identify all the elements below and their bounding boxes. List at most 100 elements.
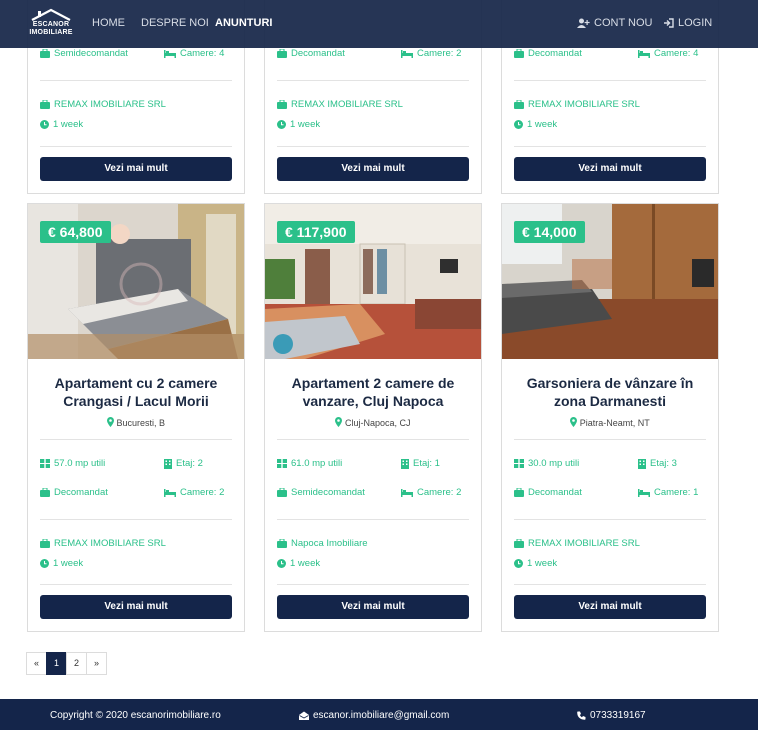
listing-title-line2: zona Darmanesti bbox=[553, 393, 667, 409]
map-marker-icon bbox=[335, 417, 343, 427]
area-text: 57.0 mp utili bbox=[54, 458, 106, 469]
rooms-feature: Camere: 2 bbox=[164, 487, 224, 498]
layout-feature: Decomandat bbox=[514, 487, 582, 498]
layout-text: Semidecomandat bbox=[291, 487, 365, 498]
floor-feature: Etaj: 3 bbox=[638, 458, 677, 469]
layout-text: Decomandat bbox=[291, 48, 345, 59]
nav-about[interactable]: DESPRE NOI bbox=[141, 17, 209, 29]
rooms-text: Camere: 4 bbox=[654, 48, 699, 59]
agency-feature: REMAX IMOBILIARE SRL bbox=[514, 538, 640, 549]
area-text: 61.0 mp utili bbox=[291, 458, 343, 469]
price-badge: € 64,800 bbox=[40, 221, 111, 243]
floor-text: Etaj: 1 bbox=[413, 458, 440, 469]
time-text: 1 week bbox=[290, 119, 321, 130]
nav-register[interactable]: CONT NOU bbox=[577, 17, 652, 29]
footer-copyright: Copyright © 2020 escanorimobiliare.ro bbox=[50, 710, 221, 721]
layout-text: Decomandat bbox=[54, 487, 108, 498]
listing-card: € 117,900 Apartament 2 camere de vanzare… bbox=[264, 203, 482, 632]
nav-listings[interactable]: ANUNTURI bbox=[215, 17, 272, 29]
building-icon bbox=[401, 458, 409, 469]
clock-icon bbox=[514, 559, 523, 568]
briefcase-icon bbox=[277, 539, 287, 548]
divider bbox=[514, 80, 706, 81]
grid-icon bbox=[514, 459, 524, 468]
agency-feature: Napoca Imobiliare bbox=[277, 538, 368, 549]
envelope-icon bbox=[299, 711, 309, 720]
briefcase-icon bbox=[277, 100, 287, 109]
pagination: « 1 2 » bbox=[26, 652, 107, 675]
clock-icon bbox=[277, 120, 286, 129]
nav-login[interactable]: LOGIN bbox=[663, 17, 712, 29]
agency-text: REMAX IMOBILIARE SRL bbox=[528, 99, 640, 110]
footer-phone[interactable]: 0733319167 bbox=[577, 710, 646, 721]
clock-icon bbox=[40, 120, 49, 129]
listing-title[interactable]: Apartament cu 2 camere Crangasi / Lacul … bbox=[38, 374, 234, 410]
rooms-feature: Camere: 4 bbox=[164, 48, 224, 59]
divider bbox=[514, 146, 706, 147]
site-footer: Copyright © 2020 escanorimobiliare.ro es… bbox=[0, 699, 758, 730]
view-more-button[interactable]: Vezi mai mult bbox=[514, 595, 706, 619]
divider bbox=[40, 146, 232, 147]
listing-title-line2: vanzare, Cluj Napoca bbox=[302, 393, 444, 409]
view-more-button[interactable]: Vezi mai mult bbox=[277, 595, 469, 619]
bed-icon bbox=[638, 489, 650, 497]
divider bbox=[277, 519, 469, 520]
pagination-page-2[interactable]: 2 bbox=[66, 652, 87, 675]
pagination-page-1[interactable]: 1 bbox=[46, 652, 67, 675]
map-marker-icon bbox=[570, 417, 578, 427]
pagination-next[interactable]: » bbox=[86, 652, 107, 675]
time-feature: 1 week bbox=[40, 119, 83, 130]
listing-photo[interactable]: € 14,000 bbox=[502, 204, 718, 359]
time-text: 1 week bbox=[527, 558, 558, 569]
footer-email[interactable]: escanor.imobiliare@gmail.com bbox=[299, 710, 449, 721]
top-navbar: ESCANOR IMOBILIARE HOME DESPRE NOI ANUNT… bbox=[0, 0, 758, 48]
bed-icon bbox=[401, 489, 413, 497]
divider bbox=[514, 584, 706, 585]
listing-title[interactable]: Apartament 2 camere de vanzare, Cluj Nap… bbox=[275, 374, 471, 410]
divider bbox=[40, 439, 232, 440]
view-more-button[interactable]: Vezi mai mult bbox=[514, 157, 706, 181]
view-more-button[interactable]: Vezi mai mult bbox=[40, 157, 232, 181]
location-text: Bucuresti, B bbox=[116, 418, 166, 428]
price-badge: € 117,900 bbox=[277, 221, 355, 243]
time-feature: 1 week bbox=[514, 558, 557, 569]
listing-photo[interactable]: € 64,800 bbox=[28, 204, 244, 359]
user-plus-icon bbox=[577, 18, 590, 28]
area-text: 30.0 mp utili bbox=[528, 458, 580, 469]
listing-title[interactable]: Garsoniera de vânzare în zona Darmanesti bbox=[512, 374, 708, 410]
listing-title-line2: Crangasi / Lacul Morii bbox=[63, 393, 209, 409]
layout-text: Semidecomandat bbox=[54, 48, 128, 59]
briefcase-icon bbox=[514, 100, 524, 109]
listing-title-line1: Apartament cu 2 camere bbox=[54, 375, 218, 391]
time-feature: 1 week bbox=[277, 119, 320, 130]
time-text: 1 week bbox=[53, 119, 84, 130]
floor-feature: Etaj: 1 bbox=[401, 458, 440, 469]
view-more-button[interactable]: Vezi mai mult bbox=[277, 157, 469, 181]
divider bbox=[277, 584, 469, 585]
building-icon bbox=[164, 458, 172, 469]
listing-title-line1: Garsoniera de vânzare în bbox=[526, 375, 694, 391]
view-more-button[interactable]: Vezi mai mult bbox=[40, 595, 232, 619]
clock-icon bbox=[40, 559, 49, 568]
time-feature: 1 week bbox=[514, 119, 557, 130]
briefcase-icon bbox=[277, 49, 287, 58]
nav-home[interactable]: HOME bbox=[92, 17, 125, 29]
location-text: Piatra-Neamt, NT bbox=[579, 418, 650, 428]
nav-login-label: LOGIN bbox=[678, 17, 713, 29]
price-badge: € 14,000 bbox=[514, 221, 585, 243]
site-logo[interactable]: ESCANOR IMOBILIARE bbox=[26, 7, 76, 41]
rooms-feature: Camere: 2 bbox=[401, 487, 461, 498]
bed-icon bbox=[164, 50, 176, 58]
rooms-feature: Camere: 1 bbox=[638, 487, 698, 498]
briefcase-icon bbox=[40, 49, 50, 58]
agency-feature: REMAX IMOBILIARE SRL bbox=[514, 99, 640, 110]
briefcase-icon bbox=[40, 539, 50, 548]
agency-feature: REMAX IMOBILIARE SRL bbox=[277, 99, 403, 110]
divider bbox=[514, 439, 706, 440]
sign-in-icon bbox=[664, 18, 674, 28]
agency-text: Napoca Imobiliare bbox=[291, 538, 368, 549]
pagination-prev[interactable]: « bbox=[26, 652, 47, 675]
layout-feature: Semidecomandat bbox=[277, 487, 365, 498]
listing-location: Piatra-Neamt, NT bbox=[502, 417, 718, 428]
listing-photo[interactable]: € 117,900 bbox=[265, 204, 481, 359]
